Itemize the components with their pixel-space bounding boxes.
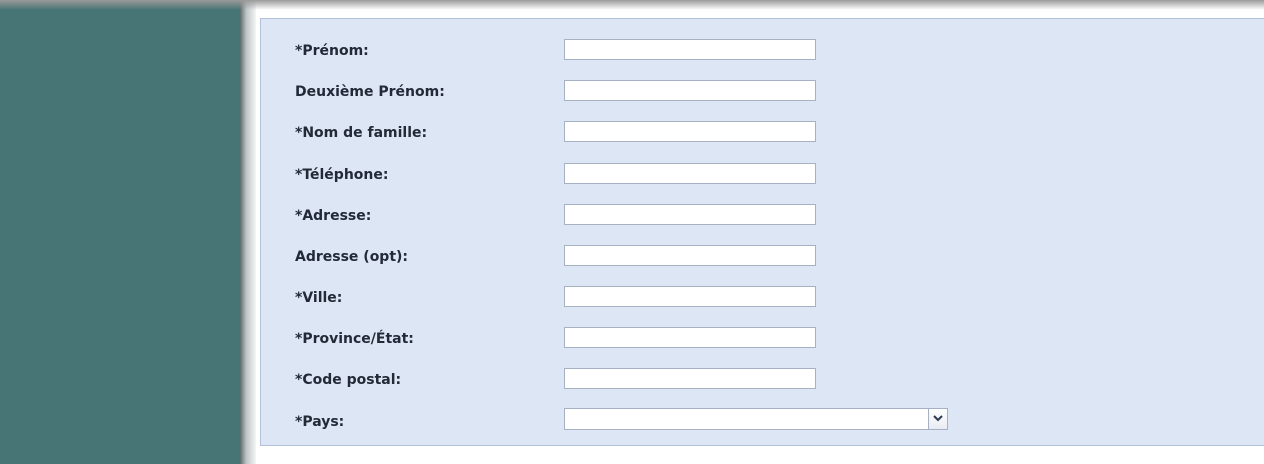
sidebar: [0, 0, 240, 464]
city-input[interactable]: [564, 286, 816, 307]
last-name-label: *Nom de famille:: [295, 125, 428, 141]
city-label: *Ville:: [295, 290, 343, 306]
address-form-panel: *Prénom: Deuxième Prénom: *Nom de famill…: [260, 18, 1264, 446]
province-label: *Province/État:: [295, 331, 414, 347]
chevron-down-icon: [933, 415, 943, 422]
province-input[interactable]: [564, 327, 816, 348]
form-row-last-name: *Nom de famille:: [261, 119, 1261, 149]
top-shadow: [0, 0, 1264, 10]
form-row-first-name: *Prénom:: [261, 37, 1261, 67]
form-row-address: *Adresse:: [261, 202, 1261, 232]
form-row-postal-code: *Code postal:: [261, 366, 1261, 396]
middle-name-label: Deuxième Prénom:: [295, 84, 445, 100]
form-row-address-optional: Adresse (opt):: [261, 243, 1261, 273]
address-optional-label: Adresse (opt):: [295, 249, 409, 265]
form-row-middle-name: Deuxième Prénom:: [261, 78, 1261, 108]
middle-name-input[interactable]: [564, 80, 816, 101]
first-name-input[interactable]: [564, 39, 816, 60]
sidebar-divider: [240, 0, 256, 464]
form-row-province: *Province/État:: [261, 325, 1261, 355]
form-row-city: *Ville:: [261, 284, 1261, 314]
phone-input[interactable]: [564, 163, 816, 184]
form-row-phone: *Téléphone:: [261, 161, 1261, 191]
form-row-country: *Pays:: [261, 408, 1261, 438]
first-name-label: *Prénom:: [295, 43, 369, 59]
address-input[interactable]: [564, 204, 816, 225]
address-optional-input[interactable]: [564, 245, 816, 266]
country-select[interactable]: [564, 408, 948, 430]
postal-code-label: *Code postal:: [295, 372, 402, 388]
dropdown-arrow-button[interactable]: [928, 409, 947, 429]
country-label: *Pays:: [295, 414, 345, 430]
postal-code-input[interactable]: [564, 368, 816, 389]
last-name-input[interactable]: [564, 121, 816, 142]
address-label: *Adresse:: [295, 208, 372, 224]
phone-label: *Téléphone:: [295, 167, 389, 183]
